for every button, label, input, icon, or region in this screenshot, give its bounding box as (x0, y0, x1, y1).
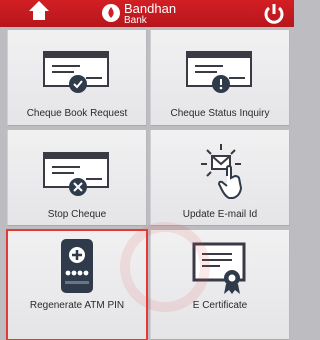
tile-label: E Certificate (192, 300, 248, 311)
tile-label: Cheque Status Inquiry (170, 108, 270, 119)
certificate-icon (192, 242, 246, 294)
cheque-cancel-icon (43, 152, 109, 196)
tile-label: Update E-mail Id (182, 209, 258, 220)
top-bar: Bandhan Bank (0, 0, 294, 27)
tile-update-email-id[interactable]: Update E-mail Id (150, 130, 290, 226)
atm-pin-icon (61, 239, 93, 293)
tile-stop-cheque[interactable]: Stop Cheque (7, 130, 147, 226)
tile-e-certificate[interactable]: E Certificate (150, 230, 290, 340)
email-touch-icon (201, 144, 243, 199)
cheque-alert-icon (186, 51, 252, 93)
tile-regenerate-atm-pin[interactable]: Regenerate ATM PIN (6, 229, 148, 340)
tile-cheque-book-request[interactable]: Cheque Book Request (7, 30, 147, 126)
power-icon[interactable] (262, 2, 286, 26)
cheque-add-icon (43, 51, 109, 93)
tile-label: Stop Cheque (47, 209, 107, 220)
brand-sub: Bank (124, 15, 147, 26)
tile-label: Regenerate ATM PIN (29, 300, 125, 311)
home-icon[interactable] (27, 0, 51, 20)
logo-mark-icon (102, 4, 120, 22)
brand-name: Bandhan (124, 1, 177, 16)
tile-label: Cheque Book Request (26, 108, 128, 119)
bank-logo: Bandhan Bank (101, 0, 176, 27)
service-grid: Cheque Book Request Cheque Status Inquir… (0, 27, 294, 340)
tile-cheque-status-inquiry[interactable]: Cheque Status Inquiry (150, 30, 290, 126)
